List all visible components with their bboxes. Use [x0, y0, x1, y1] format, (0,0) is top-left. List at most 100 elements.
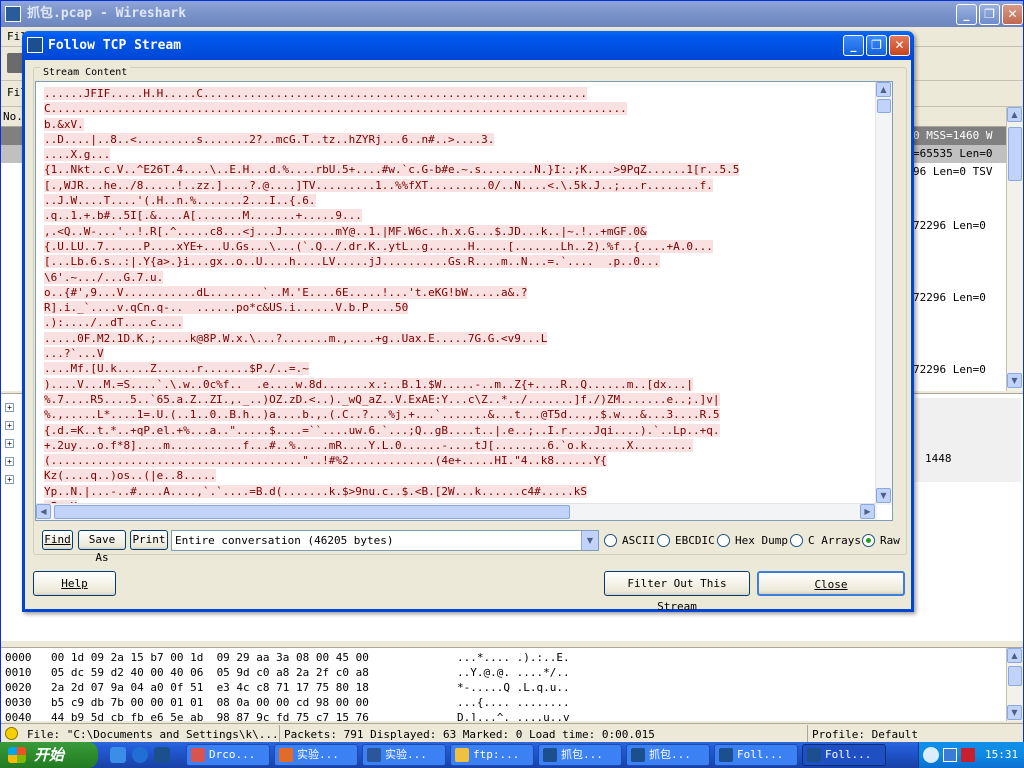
- scroll-down-arrow[interactable]: ▼: [876, 488, 891, 503]
- dialog-close-button[interactable]: ✕: [889, 35, 910, 56]
- scroll-thumb[interactable]: [54, 505, 570, 519]
- radio-button-icon: [717, 534, 730, 547]
- taskbar-item[interactable]: 实验...: [274, 744, 358, 766]
- hex-hex: 00 1d 09 2a 15 b7 00 1d 09 29 aa 3a 08 0…: [51, 651, 369, 664]
- scroll-up-arrow[interactable]: ▲: [1007, 648, 1022, 663]
- stream-vertical-scrollbar[interactable]: ▲ ▼: [875, 82, 892, 505]
- stream-line: .q..1.+.b#..5I[.&....A[.......M.......+.…: [44, 209, 362, 223]
- network-icon[interactable]: [943, 748, 957, 762]
- stream-line: o..{#',9...V...........dL........`..M.'E…: [44, 285, 528, 299]
- dialog-title-bar[interactable]: Follow TCP Stream _ ❐ ✕: [22, 31, 914, 60]
- scroll-right-arrow[interactable]: ▶: [860, 504, 875, 519]
- minimize-button[interactable]: _: [956, 4, 977, 25]
- taskbar-item[interactable]: ftp:...: [450, 744, 534, 766]
- detail-row[interactable]: +: [5, 470, 14, 488]
- stream-line: +.2uy...o.f*8]....m...........f...#..%..…: [44, 438, 694, 452]
- app-icon: [719, 748, 733, 762]
- detail-value: 1448: [925, 452, 952, 465]
- dialog-maximize-button[interactable]: ❐: [866, 35, 887, 56]
- status-led-icon[interactable]: [5, 727, 18, 740]
- taskbar-item[interactable]: 抓包...: [538, 744, 622, 766]
- hex-offset: 0000: [5, 651, 32, 664]
- taskbar-item[interactable]: 实验...: [362, 744, 446, 766]
- print-button[interactable]: Print: [130, 530, 168, 550]
- taskbar-item[interactable]: Foll...: [714, 744, 798, 766]
- scroll-up-arrow[interactable]: ▲: [876, 82, 891, 97]
- start-button[interactable]: 开始: [0, 742, 98, 768]
- help-button[interactable]: Help: [33, 571, 116, 596]
- taskbar-item-label: 抓包...: [561, 748, 603, 761]
- filter-out-stream-button[interactable]: Filter Out This Stream: [604, 571, 750, 613]
- clock[interactable]: 15:31: [985, 742, 1018, 768]
- wireshark-quicklaunch-icon[interactable]: [154, 747, 170, 763]
- scroll-down-arrow[interactable]: ▼: [1007, 373, 1022, 388]
- scroll-thumb[interactable]: [877, 99, 891, 113]
- scroll-thumb[interactable]: [1008, 127, 1022, 181]
- status-profile[interactable]: Profile: Default: [807, 725, 1021, 742]
- main-title-bar[interactable]: 抓包.pcap - Wireshark _ ❐ ✕: [1, 1, 1023, 27]
- hex-dump-pane[interactable]: 0000 00 1d 09 2a 15 b7 00 1d 09 29 aa 3a …: [1, 647, 1023, 721]
- stream-line: Kz(....q..)os..(|e..8.....: [44, 469, 217, 483]
- dialog-minimize-button[interactable]: _: [843, 35, 864, 56]
- stream-horizontal-scrollbar[interactable]: ◀ ▶: [36, 503, 877, 520]
- radio-hex-dump[interactable]: Hex Dump: [717, 534, 788, 548]
- taskbar-item[interactable]: Foll...: [802, 744, 886, 766]
- packet-info: 72296 Len=0: [913, 219, 986, 232]
- maximize-button[interactable]: ❐: [979, 4, 1000, 25]
- start-label: 开始: [34, 746, 65, 764]
- stream-content-label: Stream Content: [40, 67, 131, 79]
- ie-icon[interactable]: [132, 747, 148, 763]
- wireshark-app-icon: [5, 6, 21, 22]
- stream-line: {1..Nkt..c.V..^E26T.4....\..E.H...d.%...…: [44, 163, 740, 177]
- radio-ebcdic[interactable]: EBCDIC: [657, 534, 715, 548]
- stream-line: [.,WJR...he../8.....!..zz.]....?.@....]T…: [44, 178, 713, 192]
- radio-ascii[interactable]: ASCII: [604, 534, 655, 548]
- detail-row[interactable]: +: [5, 416, 14, 434]
- follow-tcp-stream-dialog: Follow TCP Stream _ ❐ ✕ Stream Content .…: [22, 31, 914, 613]
- column-header-no[interactable]: No.: [3, 110, 23, 123]
- taskbar: 开始 Drco... 实验... 实验... ftp:... 抓包... 抓包... Fol…: [0, 742, 1024, 768]
- taskbar-item[interactable]: 抓包...: [626, 744, 710, 766]
- show-desktop-icon[interactable]: [110, 747, 126, 763]
- app-icon: [807, 748, 821, 762]
- close-dialog-button[interactable]: Close: [757, 571, 905, 596]
- stream-line: )....V...M.=S....`.\.w..0c%f.. .e....w.8…: [44, 377, 694, 391]
- tray-expand-icon[interactable]: [923, 747, 939, 763]
- radio-c-arrays[interactable]: C Arrays: [790, 534, 861, 548]
- close-button[interactable]: ✕: [1002, 4, 1023, 25]
- chevron-down-icon[interactable]: ▼: [581, 531, 598, 550]
- stream-line: b.&xV.: [44, 117, 84, 131]
- radio-button-icon: [790, 534, 803, 547]
- stream-content-text[interactable]: ......JFIF.....H.H.....C................…: [35, 81, 893, 521]
- scroll-down-arrow[interactable]: ▼: [1007, 705, 1022, 720]
- stream-line: ....Mf.[U.k.....Z......r.......$P./..=.~: [44, 362, 309, 376]
- security-icon[interactable]: [961, 748, 975, 762]
- scroll-left-arrow[interactable]: ◀: [36, 504, 51, 519]
- taskbar-item-label: 实验...: [297, 748, 339, 761]
- stream-line: %.7....R5....5..`65.a.Z..ZI.,._..)OZ.zD.…: [44, 392, 720, 406]
- stream-line: ,.<Q..W-...'..!.R[.^.....c8...<j...J....…: [44, 224, 647, 238]
- radio-raw[interactable]: Raw: [862, 534, 900, 548]
- taskbar-item-label: 抓包...: [649, 748, 691, 761]
- detail-row[interactable]: +: [5, 452, 14, 470]
- hex-offset: 0030: [5, 696, 32, 709]
- hex-scrollbar[interactable]: ▲ ▼: [1006, 648, 1023, 721]
- taskbar-item[interactable]: Drco...: [186, 744, 270, 766]
- scroll-up-arrow[interactable]: ▲: [1007, 107, 1022, 122]
- save-as-button[interactable]: Save As: [78, 530, 126, 564]
- packet-info: =65535 Len=0: [913, 147, 993, 160]
- find-button[interactable]: Find: [42, 530, 73, 550]
- detail-row[interactable]: +: [5, 434, 14, 452]
- hex-ascii: *-.....Q .L.q.u..: [457, 681, 570, 694]
- conversation-select[interactable]: Entire conversation (46205 bytes) ▼: [171, 530, 599, 551]
- stream-line: %.,.....L*....1=.U.(..1..0..B.h..)a....b…: [44, 408, 720, 422]
- app-icon: [367, 748, 381, 762]
- scroll-thumb[interactable]: [1008, 666, 1022, 686]
- taskbar-item-label: Foll...: [737, 748, 784, 761]
- stream-line: {.d.=K..t.*..+qP.el.+%...a..".....$....=…: [44, 423, 720, 437]
- detail-row[interactable]: +: [5, 398, 14, 416]
- stream-line: ..J.W....T....'(.H..n.%.......2...I..{.6…: [44, 194, 316, 208]
- hex-offset: 0010: [5, 666, 32, 679]
- stream-line: C.......................................…: [44, 102, 627, 116]
- packet-list-scrollbar[interactable]: ▲ ▼: [1006, 107, 1023, 391]
